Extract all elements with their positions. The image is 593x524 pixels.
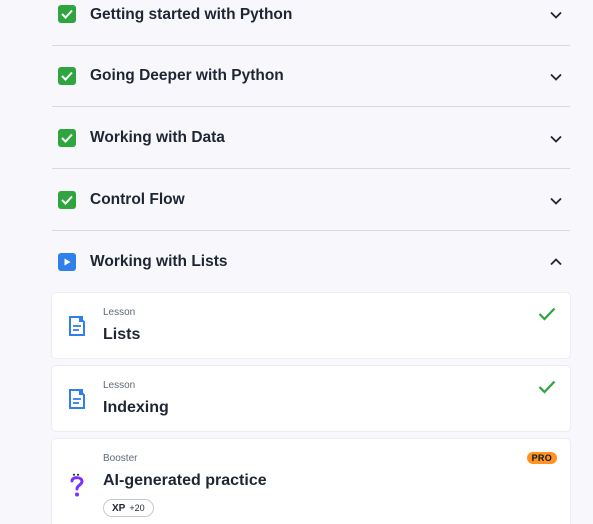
chevron-down-icon[interactable] — [548, 69, 564, 85]
lesson-document-icon — [69, 389, 85, 409]
completed-check-icon — [58, 67, 76, 85]
section-title: Control Flow — [90, 191, 185, 208]
chevron-down-icon[interactable] — [548, 131, 564, 147]
item-kind: Booster — [103, 453, 138, 464]
booster-card-ai-practice[interactable]: Booster AI-generated practice PRO XP +20 — [52, 439, 570, 524]
completed-check-icon — [58, 191, 76, 209]
lesson-card-indexing[interactable]: Lesson Indexing — [52, 366, 570, 431]
play-icon — [58, 253, 76, 271]
section-title: Working with Data — [90, 129, 225, 146]
item-title: Lists — [103, 326, 141, 343]
item-title: Indexing — [103, 399, 169, 416]
xp-label: XP — [112, 502, 126, 514]
chevron-down-icon[interactable] — [548, 193, 564, 209]
item-kind: Lesson — [103, 380, 136, 391]
pro-badge: PRO — [526, 452, 557, 464]
course-outline: Getting started with Python Going Deeper… — [0, 0, 593, 524]
item-kind: Lesson — [103, 307, 136, 318]
completed-check-icon — [58, 5, 76, 23]
chevron-up-icon[interactable] — [548, 254, 564, 270]
section-working-with-data[interactable]: Working with Data — [52, 108, 570, 169]
item-title: AI-generated practice — [103, 472, 267, 489]
lesson-document-icon — [69, 316, 85, 336]
completed-check-icon — [538, 307, 556, 321]
xp-pill: XP +20 — [103, 499, 154, 517]
section-going-deeper[interactable]: Going Deeper with Python — [52, 46, 570, 107]
completed-check-icon — [58, 129, 76, 147]
section-control-flow[interactable]: Control Flow — [52, 170, 570, 231]
section-title: Going Deeper with Python — [90, 67, 284, 84]
lesson-card-lists[interactable]: Lesson Lists — [52, 293, 570, 358]
section-title: Working with Lists — [90, 253, 228, 270]
section-getting-started[interactable]: Getting started with Python — [52, 0, 570, 46]
section-title: Getting started with Python — [90, 6, 293, 23]
xp-value: +20 — [129, 503, 145, 513]
question-mark-icon — [70, 473, 84, 497]
section-working-with-lists[interactable]: Working with Lists — [52, 232, 570, 293]
chevron-down-icon[interactable] — [548, 7, 564, 23]
completed-check-icon — [538, 380, 556, 394]
